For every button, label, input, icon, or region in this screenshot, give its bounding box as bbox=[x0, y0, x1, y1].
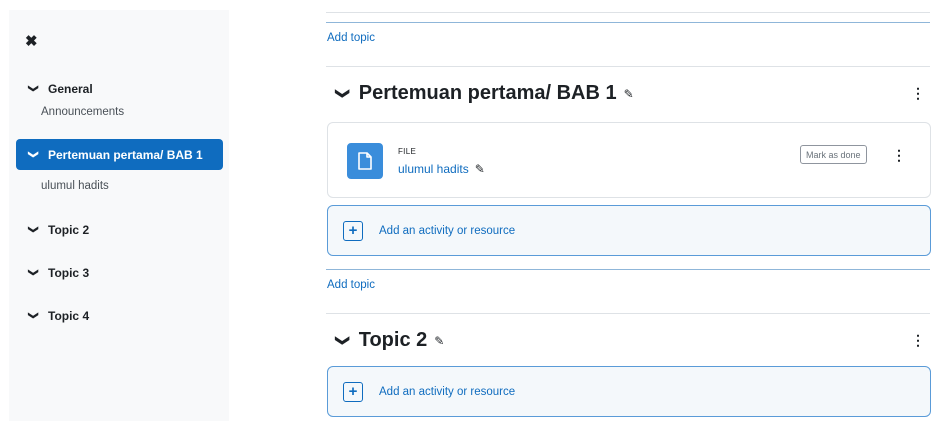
section-title[interactable]: Pertemuan pertama/ BAB 1 bbox=[359, 82, 617, 105]
sidebar-item-announcements[interactable]: Announcements bbox=[41, 106, 124, 118]
section-divider bbox=[326, 66, 930, 67]
chevron-down-icon[interactable]: ❯ bbox=[28, 223, 39, 237]
sidebar-section-label: General bbox=[48, 81, 93, 96]
sidebar-section-topic-3[interactable]: ❯ Topic 3 bbox=[16, 257, 223, 288]
edit-pencil-icon[interactable]: ✎ bbox=[624, 87, 634, 101]
chevron-down-icon[interactable]: ❯ bbox=[28, 266, 39, 280]
activity-link[interactable]: ulumul hadits ✎ bbox=[398, 162, 485, 176]
activity-type-label: FILE bbox=[398, 147, 417, 156]
chevron-down-icon[interactable]: ❯ bbox=[28, 82, 39, 96]
activity-card: FILE ulumul hadits ✎ Mark as done ⋮ bbox=[327, 122, 931, 198]
sidebar-section-label: Topic 3 bbox=[48, 265, 90, 280]
section-title[interactable]: Topic 2 bbox=[359, 329, 428, 352]
edit-pencil-icon[interactable]: ✎ bbox=[475, 162, 485, 176]
mark-as-done-button[interactable]: Mark as done bbox=[800, 145, 867, 164]
chevron-down-icon[interactable]: ❯ bbox=[28, 148, 39, 162]
add-activity-button[interactable]: + Add an activity or resource bbox=[327, 366, 931, 417]
section-header: ❯ Topic 2 ✎ bbox=[334, 329, 444, 352]
add-topic-link[interactable]: Add topic bbox=[327, 32, 375, 44]
section-header: ❯ Pertemuan pertama/ BAB 1 ✎ bbox=[334, 82, 634, 105]
section-menu-icon[interactable]: ⋮ bbox=[911, 333, 925, 347]
sidebar-item-ulumul-hadits[interactable]: ulumul hadits bbox=[41, 180, 109, 192]
course-content: Add topic ❯ Pertemuan pertama/ BAB 1 ✎ ⋮… bbox=[229, 0, 932, 421]
activity-menu-icon[interactable]: ⋮ bbox=[892, 148, 906, 162]
chevron-down-icon[interactable]: ❯ bbox=[334, 335, 351, 347]
plus-icon: + bbox=[343, 381, 363, 402]
activity-name[interactable]: ulumul hadits bbox=[398, 162, 469, 176]
sidebar-section-topic-4[interactable]: ❯ Topic 4 bbox=[16, 300, 223, 331]
add-activity-button[interactable]: + Add an activity or resource bbox=[327, 205, 931, 256]
add-activity-label: Add an activity or resource bbox=[379, 385, 516, 398]
divider bbox=[326, 12, 930, 13]
section-divider bbox=[326, 313, 930, 314]
add-topic-divider bbox=[326, 22, 930, 23]
sidebar-section-bab1[interactable]: ❯ Pertemuan pertama/ BAB 1 bbox=[16, 139, 223, 170]
sidebar-section-general[interactable]: ❯ General bbox=[16, 73, 223, 104]
course-index-drawer: ✖ ❯ General Announcements ❯ Pertemuan pe… bbox=[9, 10, 229, 421]
add-topic-divider bbox=[326, 269, 930, 270]
plus-icon: + bbox=[343, 220, 363, 241]
sidebar-section-label: Topic 2 bbox=[48, 222, 90, 237]
close-icon[interactable]: ✖ bbox=[25, 32, 38, 50]
add-activity-label: Add an activity or resource bbox=[379, 224, 516, 237]
sidebar-section-topic-2[interactable]: ❯ Topic 2 bbox=[16, 214, 223, 245]
file-icon[interactable] bbox=[347, 143, 383, 179]
chevron-down-icon[interactable]: ❯ bbox=[334, 88, 351, 100]
section-menu-icon[interactable]: ⋮ bbox=[911, 86, 925, 100]
document-icon bbox=[358, 152, 372, 170]
sidebar-section-label: Topic 4 bbox=[48, 308, 90, 323]
add-topic-link[interactable]: Add topic bbox=[327, 279, 375, 291]
sidebar-section-label: Pertemuan pertama/ BAB 1 bbox=[48, 147, 203, 162]
chevron-down-icon[interactable]: ❯ bbox=[28, 309, 39, 323]
edit-pencil-icon[interactable]: ✎ bbox=[434, 334, 444, 348]
